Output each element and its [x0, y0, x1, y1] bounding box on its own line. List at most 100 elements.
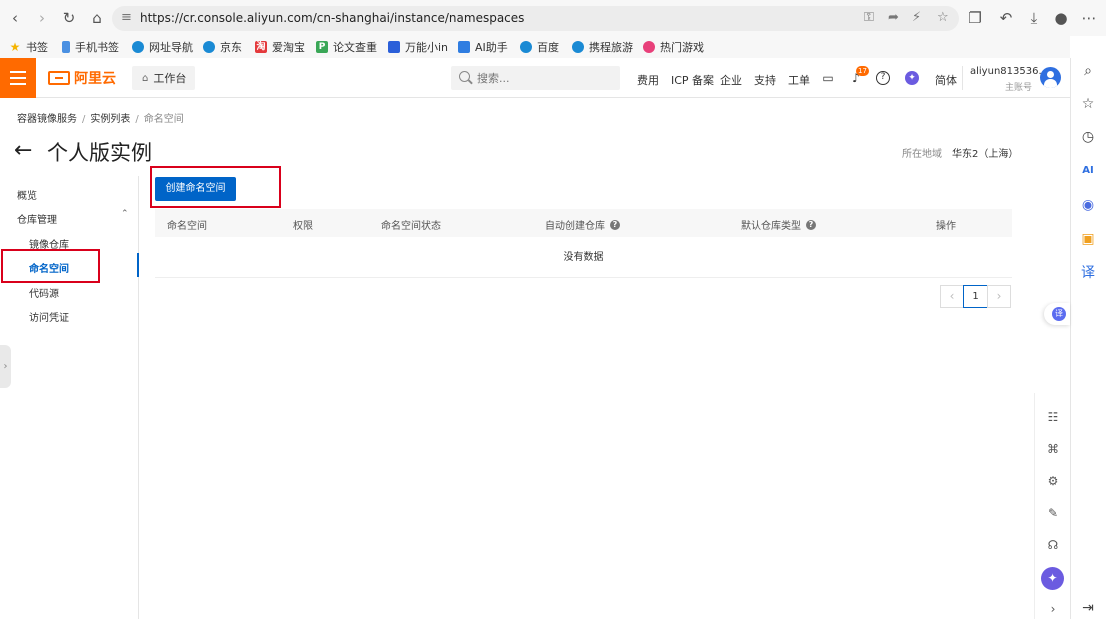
browser-toolbar: ‹ › ↻ ⌂ ≡ https://cr.console.aliyun.com/…	[0, 0, 1106, 36]
nav-code-source[interactable]: 代码源	[29, 285, 59, 300]
column-header: 默认仓库类型?	[741, 217, 816, 232]
terminal-icon[interactable]: ▭	[821, 71, 835, 85]
bookmark-item[interactable]: P 论文查重	[316, 39, 377, 55]
search-icon[interactable]: ⌕	[1079, 62, 1097, 80]
more-icon[interactable]: ⋯	[1080, 9, 1098, 27]
bookmark-item[interactable]: 百度	[520, 39, 559, 55]
breadcrumb-current: 命名空间	[143, 114, 184, 125]
search-box[interactable]	[451, 66, 620, 90]
column-header: 操作	[936, 221, 956, 232]
translate-icon: 译	[1052, 307, 1066, 321]
console-tool-rail: ☷ ⌘ ⚙ ✎ ☊ ✦ ›	[1034, 393, 1070, 619]
help-icon[interactable]: ?	[806, 219, 816, 230]
bookmarks-bar: ★ 书签 手机书签 网址导航 京东 淘爱淘宝 P 论文查重 万能小in AI助手 百…	[0, 36, 1070, 58]
history-back-icon[interactable]: ↶	[997, 9, 1015, 27]
breadcrumb-item[interactable]: 容器镜像服务	[17, 114, 77, 125]
toolbox-icon[interactable]: ▣	[1079, 230, 1097, 248]
nav-overview[interactable]: 概览	[17, 187, 37, 202]
breadcrumb: 容器镜像服务 / 实例列表 / 命名空间	[17, 114, 184, 125]
search-icon	[459, 71, 470, 82]
game-icon	[643, 41, 655, 53]
bookmark-item[interactable]: 万能小in	[388, 39, 448, 55]
search-input[interactable]	[477, 69, 607, 87]
forward-icon[interactable]: ›	[33, 9, 51, 27]
workbench-button[interactable]: ⌂ 工作台	[132, 66, 195, 90]
next-page-icon[interactable]: ›	[987, 285, 1011, 308]
menu-icon[interactable]	[0, 58, 36, 98]
nav-billing[interactable]: 费用	[637, 72, 659, 88]
bookmark-item[interactable]: 淘爱淘宝	[255, 39, 305, 55]
page-number[interactable]: 1	[963, 285, 988, 308]
create-namespace-button[interactable]: 创建命名空间	[155, 177, 236, 201]
nav-access-credential[interactable]: 访问凭证	[29, 309, 69, 324]
breadcrumb-item[interactable]: 实例列表	[90, 114, 130, 125]
cart-icon[interactable]: ☷	[1045, 409, 1061, 425]
notification-badge: 17	[856, 66, 869, 76]
region-label: 所在地域	[902, 149, 942, 160]
reload-icon[interactable]: ↻	[60, 9, 78, 27]
nav-enterprise[interactable]: 企业	[720, 72, 742, 88]
headset-icon[interactable]: ☊	[1045, 537, 1061, 553]
column-header: 命名空间状态	[381, 221, 441, 232]
language-switch[interactable]: 简体	[935, 72, 957, 88]
in-icon	[388, 41, 400, 53]
page-title: 个人版实例	[47, 141, 152, 165]
divider	[962, 66, 963, 90]
logo-mark-icon	[48, 71, 70, 85]
edge-icon	[520, 41, 532, 53]
favorites-icon[interactable]: ☆	[1079, 95, 1097, 113]
bookmark-item[interactable]: 手机书签	[62, 39, 119, 55]
extensions-icon[interactable]: ❐	[966, 9, 984, 27]
back-arrow-icon[interactable]: ←	[14, 138, 32, 164]
bookmark-item[interactable]: 热门游戏	[643, 39, 704, 55]
ai-icon	[458, 41, 470, 53]
translate-icon[interactable]: 译	[1079, 264, 1097, 282]
game-icon[interactable]: ◉	[1079, 196, 1097, 214]
help-icon[interactable]: ?	[876, 71, 890, 85]
key-icon[interactable]: ⚿	[864, 10, 874, 25]
nav-icp[interactable]: ICP 备案	[671, 72, 714, 88]
assistant-icon[interactable]: ✦	[1041, 567, 1064, 590]
url-text[interactable]: https://cr.console.aliyun.com/cn-shangha…	[140, 11, 524, 25]
help-icon[interactable]: ?	[610, 219, 620, 230]
aliyun-logo[interactable]: 阿里云	[48, 69, 116, 87]
nav-ticket[interactable]: 工单	[788, 72, 810, 88]
history-icon[interactable]: ◷	[1079, 128, 1097, 146]
share-icon[interactable]: ➦	[888, 10, 899, 25]
lightning-icon[interactable]: ⚡	[912, 10, 921, 25]
bookmark-item[interactable]: AI助手	[458, 39, 508, 55]
gear-icon[interactable]: ⚙	[1045, 473, 1061, 489]
translate-float-button[interactable]: 译	[1044, 303, 1070, 325]
home-icon[interactable]: ⌂	[88, 9, 106, 27]
bookmark-item[interactable]: 携程旅游	[572, 39, 633, 55]
expand-nav-icon[interactable]: ›	[0, 345, 11, 388]
star-icon: ★	[9, 40, 21, 54]
avatar[interactable]	[1040, 67, 1061, 88]
chevron-up-icon[interactable]: ⌃	[121, 209, 129, 219]
column-header: 自动创建仓库?	[545, 217, 620, 232]
phone-icon	[62, 41, 70, 53]
code-icon[interactable]: ⌘	[1045, 441, 1061, 457]
edge-icon	[203, 41, 215, 53]
assistant-icon[interactable]: ✦	[905, 71, 919, 85]
chevron-right-icon[interactable]: ›	[1045, 601, 1061, 617]
column-header: 命名空间	[167, 221, 207, 232]
bookmark-item[interactable]: ★ 书签	[9, 39, 48, 55]
home-icon: ⌂	[142, 72, 149, 84]
ai-icon[interactable]: AI	[1079, 162, 1097, 180]
account-info[interactable]: aliyun813536... 主账号	[970, 66, 1048, 93]
prev-page-icon[interactable]: ‹	[940, 285, 964, 308]
bookmark-item[interactable]: 京东	[203, 39, 242, 55]
console-header: 阿里云 ⌂ 工作台 费用 ICP 备案 企业 支持 工单 ▭ ♪ 17 ? ✦ …	[0, 58, 1070, 98]
left-nav: 概览 仓库管理 ⌃ 镜像仓库 命名空间 代码源 访问凭证	[0, 176, 139, 619]
bookmark-item[interactable]: 网址导航	[132, 39, 193, 55]
profile-icon[interactable]: ●	[1052, 9, 1070, 27]
site-info-icon[interactable]: ≡	[121, 10, 132, 25]
download-icon[interactable]: ⤓	[1025, 9, 1043, 27]
edit-icon[interactable]: ✎	[1045, 505, 1061, 521]
star-icon[interactable]: ☆	[937, 10, 949, 25]
nav-support[interactable]: 支持	[754, 72, 776, 88]
nav-repo-management[interactable]: 仓库管理	[17, 211, 57, 226]
back-icon[interactable]: ‹	[6, 9, 24, 27]
sidebar-collapse-icon[interactable]: ⇥	[1079, 599, 1097, 617]
